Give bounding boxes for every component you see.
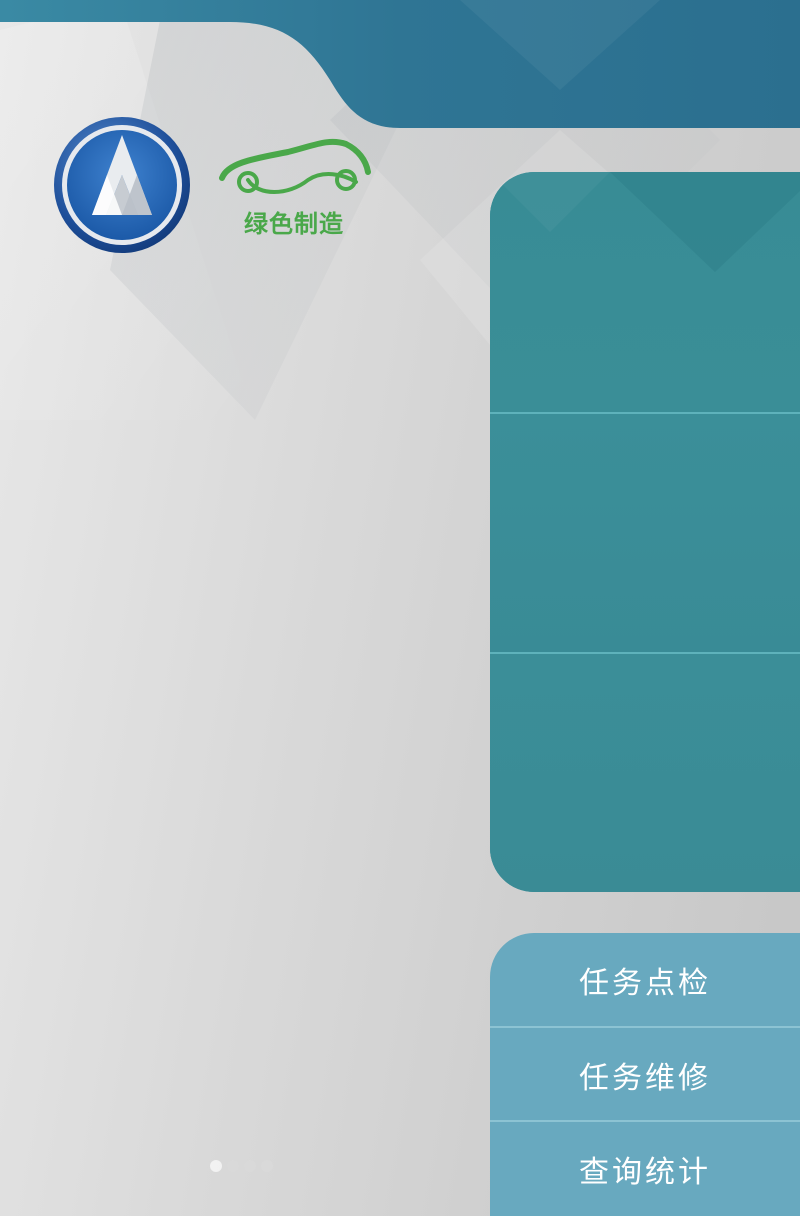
feature-tile-2[interactable] — [490, 414, 800, 654]
triangle-emblem-icon — [54, 117, 190, 253]
menu-item-query-statistics[interactable]: 查询统计 — [490, 1122, 800, 1215]
car-silhouette-icon — [219, 138, 371, 194]
page-dot[interactable] — [227, 1160, 239, 1172]
menu-item-task-repair[interactable]: 任务维修 — [490, 1028, 800, 1121]
menu-item-label: 任务维修 — [579, 1060, 711, 1096]
feature-tiles-panel — [490, 172, 800, 892]
page-indicator — [210, 1160, 290, 1174]
menu-item-label: 任务点检 — [579, 965, 711, 1001]
page-dot-active[interactable] — [210, 1160, 222, 1172]
page-dot[interactable] — [261, 1160, 273, 1172]
feature-tile-3[interactable] — [490, 654, 800, 892]
menu-item-label: 查询统计 — [579, 1154, 711, 1190]
green-logo-text: 绿色制造 — [244, 210, 344, 238]
tile-pattern — [490, 172, 800, 272]
main-menu: 任务点检 任务维修 查询统计 — [490, 933, 800, 1216]
page-dot[interactable] — [244, 1160, 256, 1172]
home-screen: 绿色制造 任务点检 任务维修 查询统计 — [0, 0, 800, 1216]
green-manufacturing-logo: 绿色制造 — [218, 130, 378, 240]
menu-item-task-inspection[interactable]: 任务点检 — [490, 933, 800, 1026]
